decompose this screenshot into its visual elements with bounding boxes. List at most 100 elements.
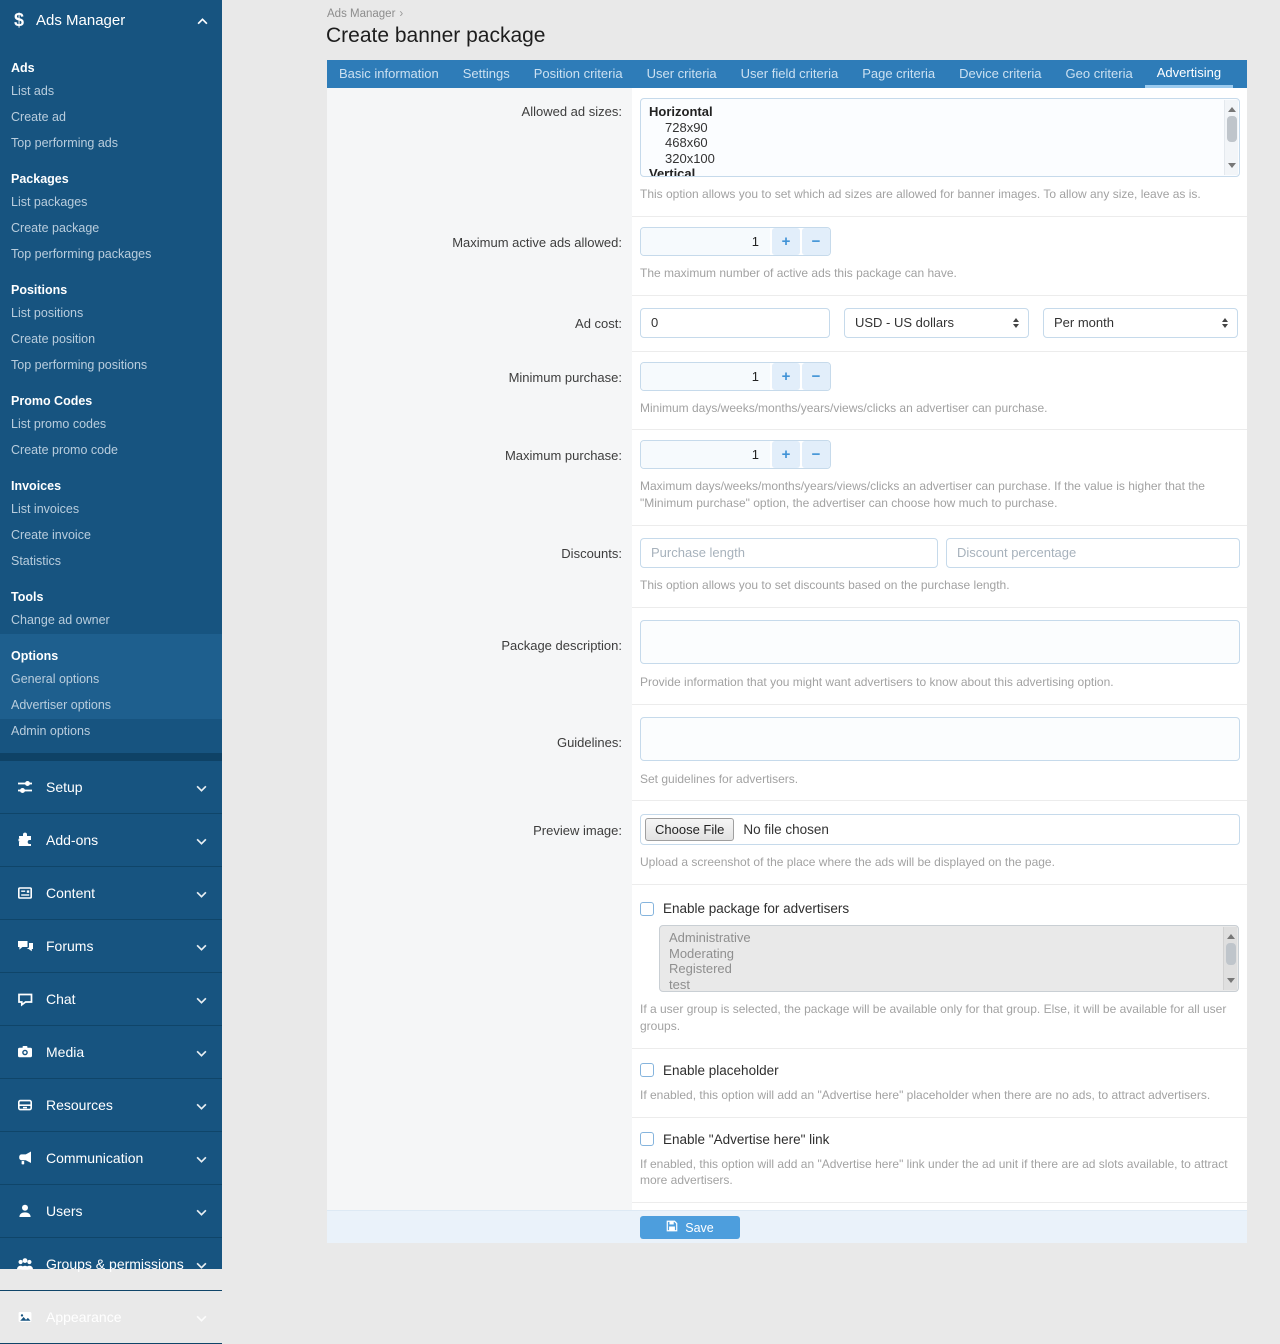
listbox-option[interactable]: Administrative — [669, 930, 1218, 946]
max-active-ads-input[interactable] — [641, 228, 770, 255]
tab-page-criteria[interactable]: Page criteria — [850, 60, 947, 88]
sidebar-section-invoices: Invoices List invoicesCreate invoiceStat… — [0, 464, 222, 575]
sidebar-item[interactable]: Statistics — [0, 549, 222, 575]
sidebar-item[interactable]: Create ad — [0, 105, 222, 131]
currency-select[interactable]: USD - US dollars — [844, 308, 1029, 338]
tab-user-criteria[interactable]: User criteria — [635, 60, 729, 88]
chevron-down-icon — [196, 938, 207, 954]
increment-button[interactable]: + — [772, 363, 800, 390]
archive-icon — [15, 1097, 35, 1113]
sidebar-item-setup[interactable]: Setup — [0, 761, 222, 814]
help-text: This option allows you to set which ad s… — [640, 186, 1225, 203]
sidebar-item[interactable]: Top performing ads — [0, 131, 222, 157]
sidebar-item-chat[interactable]: Chat — [0, 973, 222, 1026]
scrollbar[interactable] — [1224, 100, 1238, 175]
sidebar-item-forums[interactable]: Forums — [0, 920, 222, 973]
listbox-option[interactable]: 320x100 — [649, 151, 1219, 167]
field-label: Minimum purchase: — [327, 352, 632, 431]
ad-sizes-listbox[interactable]: Horizontal 728x90 468x60 320x100 Vertica… — [640, 98, 1240, 177]
decrement-button[interactable]: − — [802, 363, 830, 390]
page-title: Create banner package — [326, 24, 546, 48]
sidebar-item-groups-permissions[interactable]: Groups & permissions — [0, 1238, 222, 1291]
help-text: If enabled, this option will add an "Adv… — [640, 1156, 1245, 1190]
enable-advertise-link-checkbox[interactable] — [640, 1132, 654, 1146]
tab-settings[interactable]: Settings — [451, 60, 522, 88]
breadcrumb-link[interactable]: Ads Manager — [327, 8, 395, 20]
save-button-label: Save — [685, 1221, 714, 1235]
user-groups-listbox[interactable]: AdministrativeModeratingRegisteredtestUn… — [659, 925, 1239, 992]
scroll-down-icon[interactable] — [1228, 163, 1236, 172]
chevron-down-icon — [196, 1044, 207, 1060]
decrement-button[interactable]: − — [802, 228, 830, 255]
period-select[interactable]: Per month — [1043, 308, 1238, 338]
sidebar-item[interactable]: List ads — [0, 79, 222, 105]
sidebar-item[interactable]: List packages — [0, 190, 222, 216]
ad-cost-input[interactable] — [640, 308, 830, 338]
increment-button[interactable]: + — [772, 441, 800, 468]
min-purchase-input[interactable] — [641, 363, 770, 390]
listbox-option[interactable]: Moderating — [669, 946, 1218, 962]
sidebar-item[interactable]: Change ad owner — [0, 608, 222, 634]
sidebar-item[interactable]: Advertiser options — [0, 693, 222, 719]
save-icon — [666, 1220, 678, 1235]
sidebar-item-resources[interactable]: Resources — [0, 1079, 222, 1132]
sidebar-item-users[interactable]: Users — [0, 1185, 222, 1238]
decrement-button[interactable]: − — [802, 441, 830, 468]
sidebar-item-content[interactable]: Content — [0, 867, 222, 920]
sidebar-item[interactable]: Create position — [0, 327, 222, 353]
sidebar-item-communication[interactable]: Communication — [0, 1132, 222, 1185]
scroll-up-icon[interactable] — [1227, 930, 1235, 939]
sidebar-item[interactable]: Create promo code — [0, 438, 222, 464]
accordion-label: Media — [46, 1044, 84, 1060]
tab-device-criteria[interactable]: Device criteria — [947, 60, 1053, 88]
sidebar-item-appearance[interactable]: Appearance — [0, 1291, 222, 1344]
package-description-textarea[interactable] — [640, 620, 1240, 664]
listbox-option[interactable]: Registered — [669, 961, 1218, 977]
field-label: Maximum purchase: — [327, 430, 632, 526]
purchase-length-input[interactable] — [640, 538, 938, 568]
sidebar-item[interactable]: List promo codes — [0, 412, 222, 438]
sidebar-header-ads-manager[interactable]: $ Ads Manager — [0, 0, 222, 40]
sidebar-item[interactable]: Admin options — [0, 719, 222, 745]
checkbox-label[interactable]: Enable package for advertisers — [663, 901, 849, 916]
checkbox-label[interactable]: Enable placeholder — [663, 1063, 779, 1078]
tab-position-criteria[interactable]: Position criteria — [522, 60, 635, 88]
listbox-option[interactable]: 468x60 — [649, 135, 1219, 151]
scroll-up-icon[interactable] — [1228, 103, 1236, 112]
scroll-down-icon[interactable] — [1227, 978, 1235, 987]
sidebar-item[interactable]: List positions — [0, 301, 222, 327]
sidebar-item[interactable]: Create invoice — [0, 523, 222, 549]
field-label: Preview image: — [327, 801, 632, 885]
preview-image-file-input[interactable]: Choose File No file chosen — [640, 814, 1240, 845]
max-purchase-input[interactable] — [641, 441, 770, 468]
sidebar-item[interactable]: List invoices — [0, 497, 222, 523]
sidebar-item[interactable]: Top performing packages — [0, 242, 222, 268]
chevron-down-icon — [196, 832, 207, 848]
sidebar-item[interactable]: Top performing positions — [0, 353, 222, 379]
scroll-thumb[interactable] — [1226, 943, 1236, 964]
choose-file-button[interactable]: Choose File — [645, 818, 734, 841]
sidebar-item[interactable]: General options — [0, 667, 222, 693]
scrollbar[interactable] — [1223, 927, 1237, 990]
sidebar-item-addons[interactable]: Add-ons — [0, 814, 222, 867]
checkbox-label[interactable]: Enable "Advertise here" link — [663, 1132, 829, 1147]
guidelines-textarea[interactable] — [640, 717, 1240, 761]
increment-button[interactable]: + — [772, 228, 800, 255]
sidebar-item-media[interactable]: Media — [0, 1026, 222, 1079]
sidebar-item[interactable]: Create package — [0, 216, 222, 242]
tab-basic-information[interactable]: Basic information — [327, 60, 451, 88]
listbox-option[interactable]: 728x90 — [649, 120, 1219, 136]
image-icon — [15, 1309, 35, 1325]
save-button[interactable]: Save — [640, 1216, 740, 1239]
field-label: Ad cost: — [327, 296, 632, 352]
chevron-up-icon[interactable] — [197, 12, 208, 29]
discount-percentage-input[interactable] — [946, 538, 1240, 568]
enable-package-checkbox[interactable] — [640, 902, 654, 916]
tab-user-field-criteria[interactable]: User field criteria — [729, 60, 851, 88]
tab-geo-criteria[interactable]: Geo criteria — [1054, 60, 1145, 88]
field-label: Display order: — [327, 1203, 632, 1210]
tab-advertising[interactable]: Advertising — [1145, 60, 1233, 88]
listbox-option[interactable]: test — [669, 977, 1218, 993]
scroll-thumb[interactable] — [1227, 116, 1237, 142]
enable-placeholder-checkbox[interactable] — [640, 1063, 654, 1077]
